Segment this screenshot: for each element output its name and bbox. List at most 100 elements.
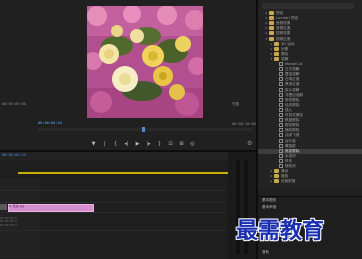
- effects-tree-label: 随机擦除: [285, 128, 300, 133]
- mark-out-icon[interactable]: |: [101, 141, 108, 148]
- transition-icon: [279, 164, 283, 168]
- effects-tree-label: 划像: [281, 46, 289, 51]
- track-separator: [0, 190, 226, 191]
- effects-tree-label: 油漆飞溅: [285, 133, 300, 138]
- effects-tree-label: MorphCut: [285, 62, 303, 66]
- timeline-header: [0, 152, 256, 160]
- video-preview-flowers[interactable]: [87, 6, 203, 118]
- effects-footer: [258, 188, 362, 196]
- transition-icon: [279, 77, 283, 82]
- transition-icon: [279, 153, 283, 158]
- effects-tree-label: 百叶窗: [285, 138, 296, 143]
- lift-icon[interactable]: ⊡: [167, 141, 174, 148]
- transition-icon: [279, 123, 283, 128]
- folder-icon: [269, 31, 274, 36]
- extract-icon[interactable]: ⊞: [178, 141, 185, 148]
- effects-tree-label: 螺旋框: [285, 143, 296, 148]
- watermark-logo: 最需教育: [236, 218, 325, 244]
- effects-tree-label: 叠加溶解: [285, 72, 300, 77]
- monitor-scrub-bar[interactable]: [38, 128, 252, 131]
- panel-title-sound[interactable]: 基本声音: [262, 205, 276, 210]
- folder-icon: [274, 169, 279, 174]
- work-area-bar[interactable]: [18, 172, 228, 174]
- effects-tree-label: 胶片溶解: [285, 87, 300, 92]
- folder-icon: [269, 36, 274, 41]
- effects-tree-label: 溶解: [281, 56, 289, 61]
- step-forward-icon[interactable]: |▸: [145, 141, 152, 148]
- folder-icon: [269, 21, 274, 26]
- effects-tree-label: 视频过渡: [276, 36, 291, 41]
- goto-in-icon[interactable]: {: [112, 141, 119, 148]
- folder-icon: [269, 26, 274, 31]
- effects-tree-label: 径向擦除: [285, 102, 300, 107]
- effects-tree-label: 棋盘擦除: [285, 118, 300, 123]
- transition-icon: [279, 158, 283, 163]
- transition-icon: [279, 62, 283, 66]
- export-frame-icon[interactable]: ◎: [189, 141, 196, 148]
- effects-tree-label: 视频效果: [276, 31, 291, 36]
- transition-icon: [279, 87, 283, 92]
- transition-icon: [279, 118, 283, 123]
- transition-icon: [279, 113, 283, 117]
- folder-icon: [274, 56, 279, 61]
- step-back-icon[interactable]: ◂|: [123, 141, 130, 148]
- effects-tree-label: 音频过渡: [276, 26, 291, 31]
- folder-icon: [274, 46, 279, 51]
- track-info: 00:00:00:0 00:00:00:0 00:00:00:0: [0, 216, 17, 227]
- effects-tree-label: 随机块: [285, 164, 296, 168]
- effects-tree-label: 擦除: [281, 51, 289, 56]
- effects-tree-label: 非叠加溶解: [285, 92, 303, 97]
- zoom-level-label[interactable]: 完整: [232, 102, 239, 107]
- panel-title-graphics[interactable]: 基本图形: [262, 198, 276, 203]
- monitor-playhead[interactable]: [141, 127, 145, 132]
- transition-icon: [279, 148, 283, 153]
- track-info-line: 00:00:00:0: [0, 222, 17, 227]
- transition-icon: [279, 143, 283, 148]
- folder-icon: [274, 41, 279, 46]
- effects-tree-label: 风车: [285, 158, 293, 163]
- folder-icon: [274, 51, 279, 56]
- folder-icon: [274, 174, 279, 179]
- effects-tree-label: 水波块: [285, 153, 296, 158]
- track-separator: [0, 202, 226, 203]
- panel-title-tracks[interactable]: 音轨: [262, 250, 269, 255]
- effects-tree-label: 时钟式擦除: [285, 113, 303, 117]
- transition-icon: [279, 128, 283, 133]
- folder-icon: [269, 16, 274, 21]
- folder-icon: [269, 11, 274, 15]
- duration-timecode: 00:00:10:00: [232, 122, 256, 126]
- effects-tree-label: 3D 运动: [281, 41, 295, 46]
- transport-controls: ▼ | { ◂| ▶ |▸ } ⊡ ⊞ ◎: [90, 140, 196, 148]
- effects-tree-label: 带状擦除: [285, 97, 300, 102]
- effects-tree-label: 渐变擦除: [285, 148, 300, 153]
- mark-in-icon[interactable]: ▼: [90, 141, 97, 148]
- effects-tree-item[interactable]: ▸ 页面剥落: [258, 179, 362, 184]
- monitor-settings-icon[interactable]: ⚙: [247, 140, 254, 147]
- timeline-timecode[interactable]: 00:00:04:24: [2, 153, 26, 157]
- play-icon[interactable]: ▶: [134, 141, 141, 148]
- transition-icon: [279, 92, 283, 97]
- effects-tree-label: 预设: [276, 11, 284, 15]
- folder-icon: [274, 179, 279, 184]
- effects-tree-label: 页面剥落: [281, 179, 296, 184]
- effects-search-input[interactable]: [262, 3, 354, 9]
- clip-label: fx 花朵.jpg: [9, 204, 25, 208]
- effects-tree-label: 音频效果: [276, 21, 291, 26]
- effects-tree-label: 白场过渡: [285, 77, 300, 82]
- current-timecode[interactable]: 00:00:04:24: [38, 121, 62, 125]
- effects-tree-label: 楔形擦除: [285, 123, 300, 128]
- monitor-timecode-left: 00:00:00:00: [2, 102, 26, 106]
- transition-marker[interactable]: [0, 204, 7, 210]
- effects-tree-label: 缩放: [281, 174, 289, 179]
- effects-tree-label: 黑场过渡: [285, 82, 300, 87]
- effects-tree-label: 滑动: [281, 169, 289, 174]
- track-separator: [0, 212, 226, 213]
- flower-image: [87, 6, 203, 118]
- transition-icon: [279, 82, 283, 87]
- transition-icon: [279, 133, 283, 138]
- transition-icon: [279, 97, 283, 102]
- effects-tree-label: Lumetri 预设: [276, 16, 299, 21]
- transition-icon: [279, 102, 283, 107]
- goto-out-icon[interactable]: }: [156, 141, 163, 148]
- transition-icon: [279, 72, 283, 77]
